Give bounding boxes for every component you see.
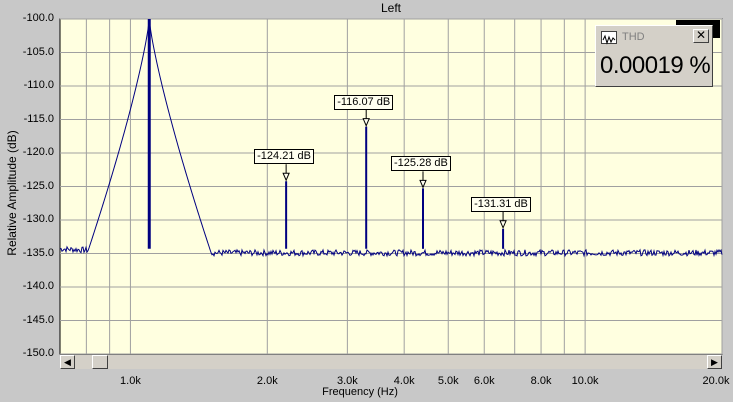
y-tick-label: -150.0 xyxy=(22,347,54,359)
y-tick-label: -120.0 xyxy=(22,146,54,158)
x-axis-label: Frequency (Hz) xyxy=(322,386,398,398)
x-tick-label: 10.0k xyxy=(571,375,599,387)
x-tick-label: 20.0k xyxy=(702,375,730,387)
close-button[interactable]: ✕ xyxy=(693,29,709,43)
peak-marker-label[interactable]: -124.21 dB xyxy=(254,149,314,165)
waveform-icon xyxy=(601,31,617,45)
scroll-right-button[interactable]: ▶ xyxy=(707,355,722,369)
thd-title: THD xyxy=(622,31,645,43)
y-tick-label: -135.0 xyxy=(22,246,54,259)
y-tick-label: -125.0 xyxy=(22,179,54,192)
peak-marker-label[interactable]: -131.31 dB xyxy=(471,196,531,212)
y-tick-label: -105.0 xyxy=(22,45,54,58)
scroll-left-button[interactable]: ◀ xyxy=(60,355,75,369)
horizontal-scrollbar[interactable]: ◀ ▶ xyxy=(60,354,722,369)
scroll-thumb[interactable] xyxy=(92,355,108,369)
analyzer-window: Left Relative Amplitude (dB) -100.0 -105.… xyxy=(0,0,733,402)
x-tick-label: 1.0k xyxy=(120,375,141,387)
y-tick-label: -115.0 xyxy=(23,112,54,125)
y-tick-label: -100.0 xyxy=(22,12,54,24)
x-tick-label: 6.0k xyxy=(473,375,495,387)
y-tick-label: -130.0 xyxy=(22,213,54,225)
peak-marker-label[interactable]: -116.07 dB xyxy=(334,94,394,110)
y-tick-label: -110.0 xyxy=(23,79,54,91)
x-tick-label: 2.0k xyxy=(256,375,278,387)
thd-value: 0.00019 % xyxy=(600,52,711,79)
y-tick-label: -145.0 xyxy=(22,313,54,326)
y-tick-label: -140.0 xyxy=(22,280,54,292)
x-tick-label: 5.0k xyxy=(437,375,459,387)
peak-marker-label[interactable]: -125.28 dB xyxy=(391,156,451,172)
thd-titlebar[interactable]: THD ✕ xyxy=(598,28,710,46)
x-tick-label: 8.0k xyxy=(530,375,552,387)
thd-panel[interactable]: THD ✕ 0.00019 % xyxy=(595,25,713,87)
